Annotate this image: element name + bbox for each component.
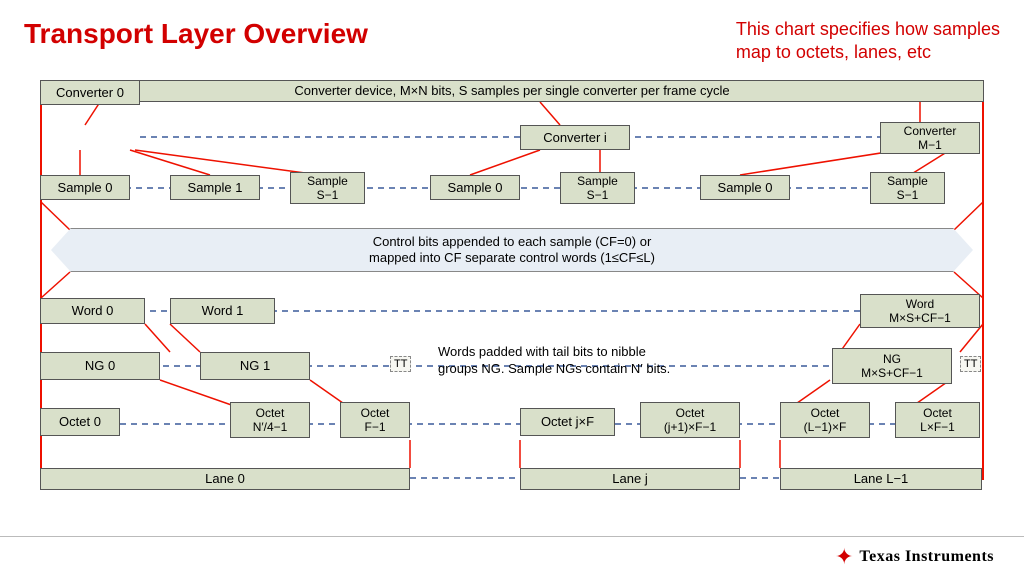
chart-subtitle: This chart specifies how samples map to …	[736, 18, 1000, 65]
footer-bar: ✦ Texas Instruments	[0, 536, 1024, 576]
sample-0: Sample 0	[40, 175, 130, 200]
lane-0: Lane 0	[40, 468, 410, 490]
octet-0: Octet 0	[40, 408, 120, 436]
word-1: Word 1	[170, 298, 275, 324]
lane-j: Lane j	[520, 468, 740, 490]
word-0: Word 0	[40, 298, 145, 324]
page-title: Transport Layer Overview	[24, 18, 368, 50]
ng-note: Words padded with tail bits to nibble gr…	[438, 344, 670, 378]
converter-m-1: Converter M−1	[880, 122, 980, 154]
ti-logo: ✦ Texas Instruments	[835, 544, 994, 570]
ng-1: NG 1	[200, 352, 310, 380]
device-header-bar: Converter device, M×N bits, S samples pe…	[40, 80, 984, 102]
octet-j1f-1: Octet (j+1)×F−1	[640, 402, 740, 438]
lane-l-1: Lane L−1	[780, 468, 982, 490]
sample-s-1-b: Sample S−1	[560, 172, 635, 204]
ctrl-band-line-1: Control bits appended to each sample (CF…	[369, 234, 655, 250]
word-last: Word M×S+CF−1	[860, 294, 980, 328]
subtitle-line-1: This chart specifies how samples	[736, 18, 1000, 41]
sample-s-1-c: Sample S−1	[870, 172, 945, 204]
octet-jf: Octet j×F	[520, 408, 615, 436]
octet-l1f: Octet (L−1)×F	[780, 402, 870, 438]
sample-0-b: Sample 0	[430, 175, 520, 200]
octet-f-1: Octet F−1	[340, 402, 410, 438]
transport-layer-diagram: Converter device, M×N bits, S samples pe…	[40, 80, 984, 500]
ti-mark-icon: ✦	[835, 544, 853, 570]
octet-n4-1: Octet N′/4−1	[230, 402, 310, 438]
ti-text: Texas Instruments	[859, 548, 994, 566]
converter-0: Converter 0	[40, 80, 140, 105]
ng-note-l2: groups NG. Sample NGs contain N′ bits.	[438, 361, 670, 378]
ng-0: NG 0	[40, 352, 160, 380]
tt-box-left: TT	[390, 356, 411, 372]
device-header-text: Converter device, M×N bits, S samples pe…	[294, 83, 729, 99]
control-bits-band: Control bits appended to each sample (CF…	[70, 228, 954, 272]
tt-box-right: TT	[960, 356, 981, 372]
sample-1: Sample 1	[170, 175, 260, 200]
ctrl-band-line-2: mapped into CF separate control words (1…	[369, 250, 655, 266]
ng-note-l1: Words padded with tail bits to nibble	[438, 344, 670, 361]
octet-lf-1: Octet L×F−1	[895, 402, 980, 438]
ng-last: NG M×S+CF−1	[832, 348, 952, 384]
sample-0-c: Sample 0	[700, 175, 790, 200]
converter-i: Converter i	[520, 125, 630, 150]
sample-s-1-a: Sample S−1	[290, 172, 365, 204]
subtitle-line-2: map to octets, lanes, etc	[736, 41, 1000, 64]
